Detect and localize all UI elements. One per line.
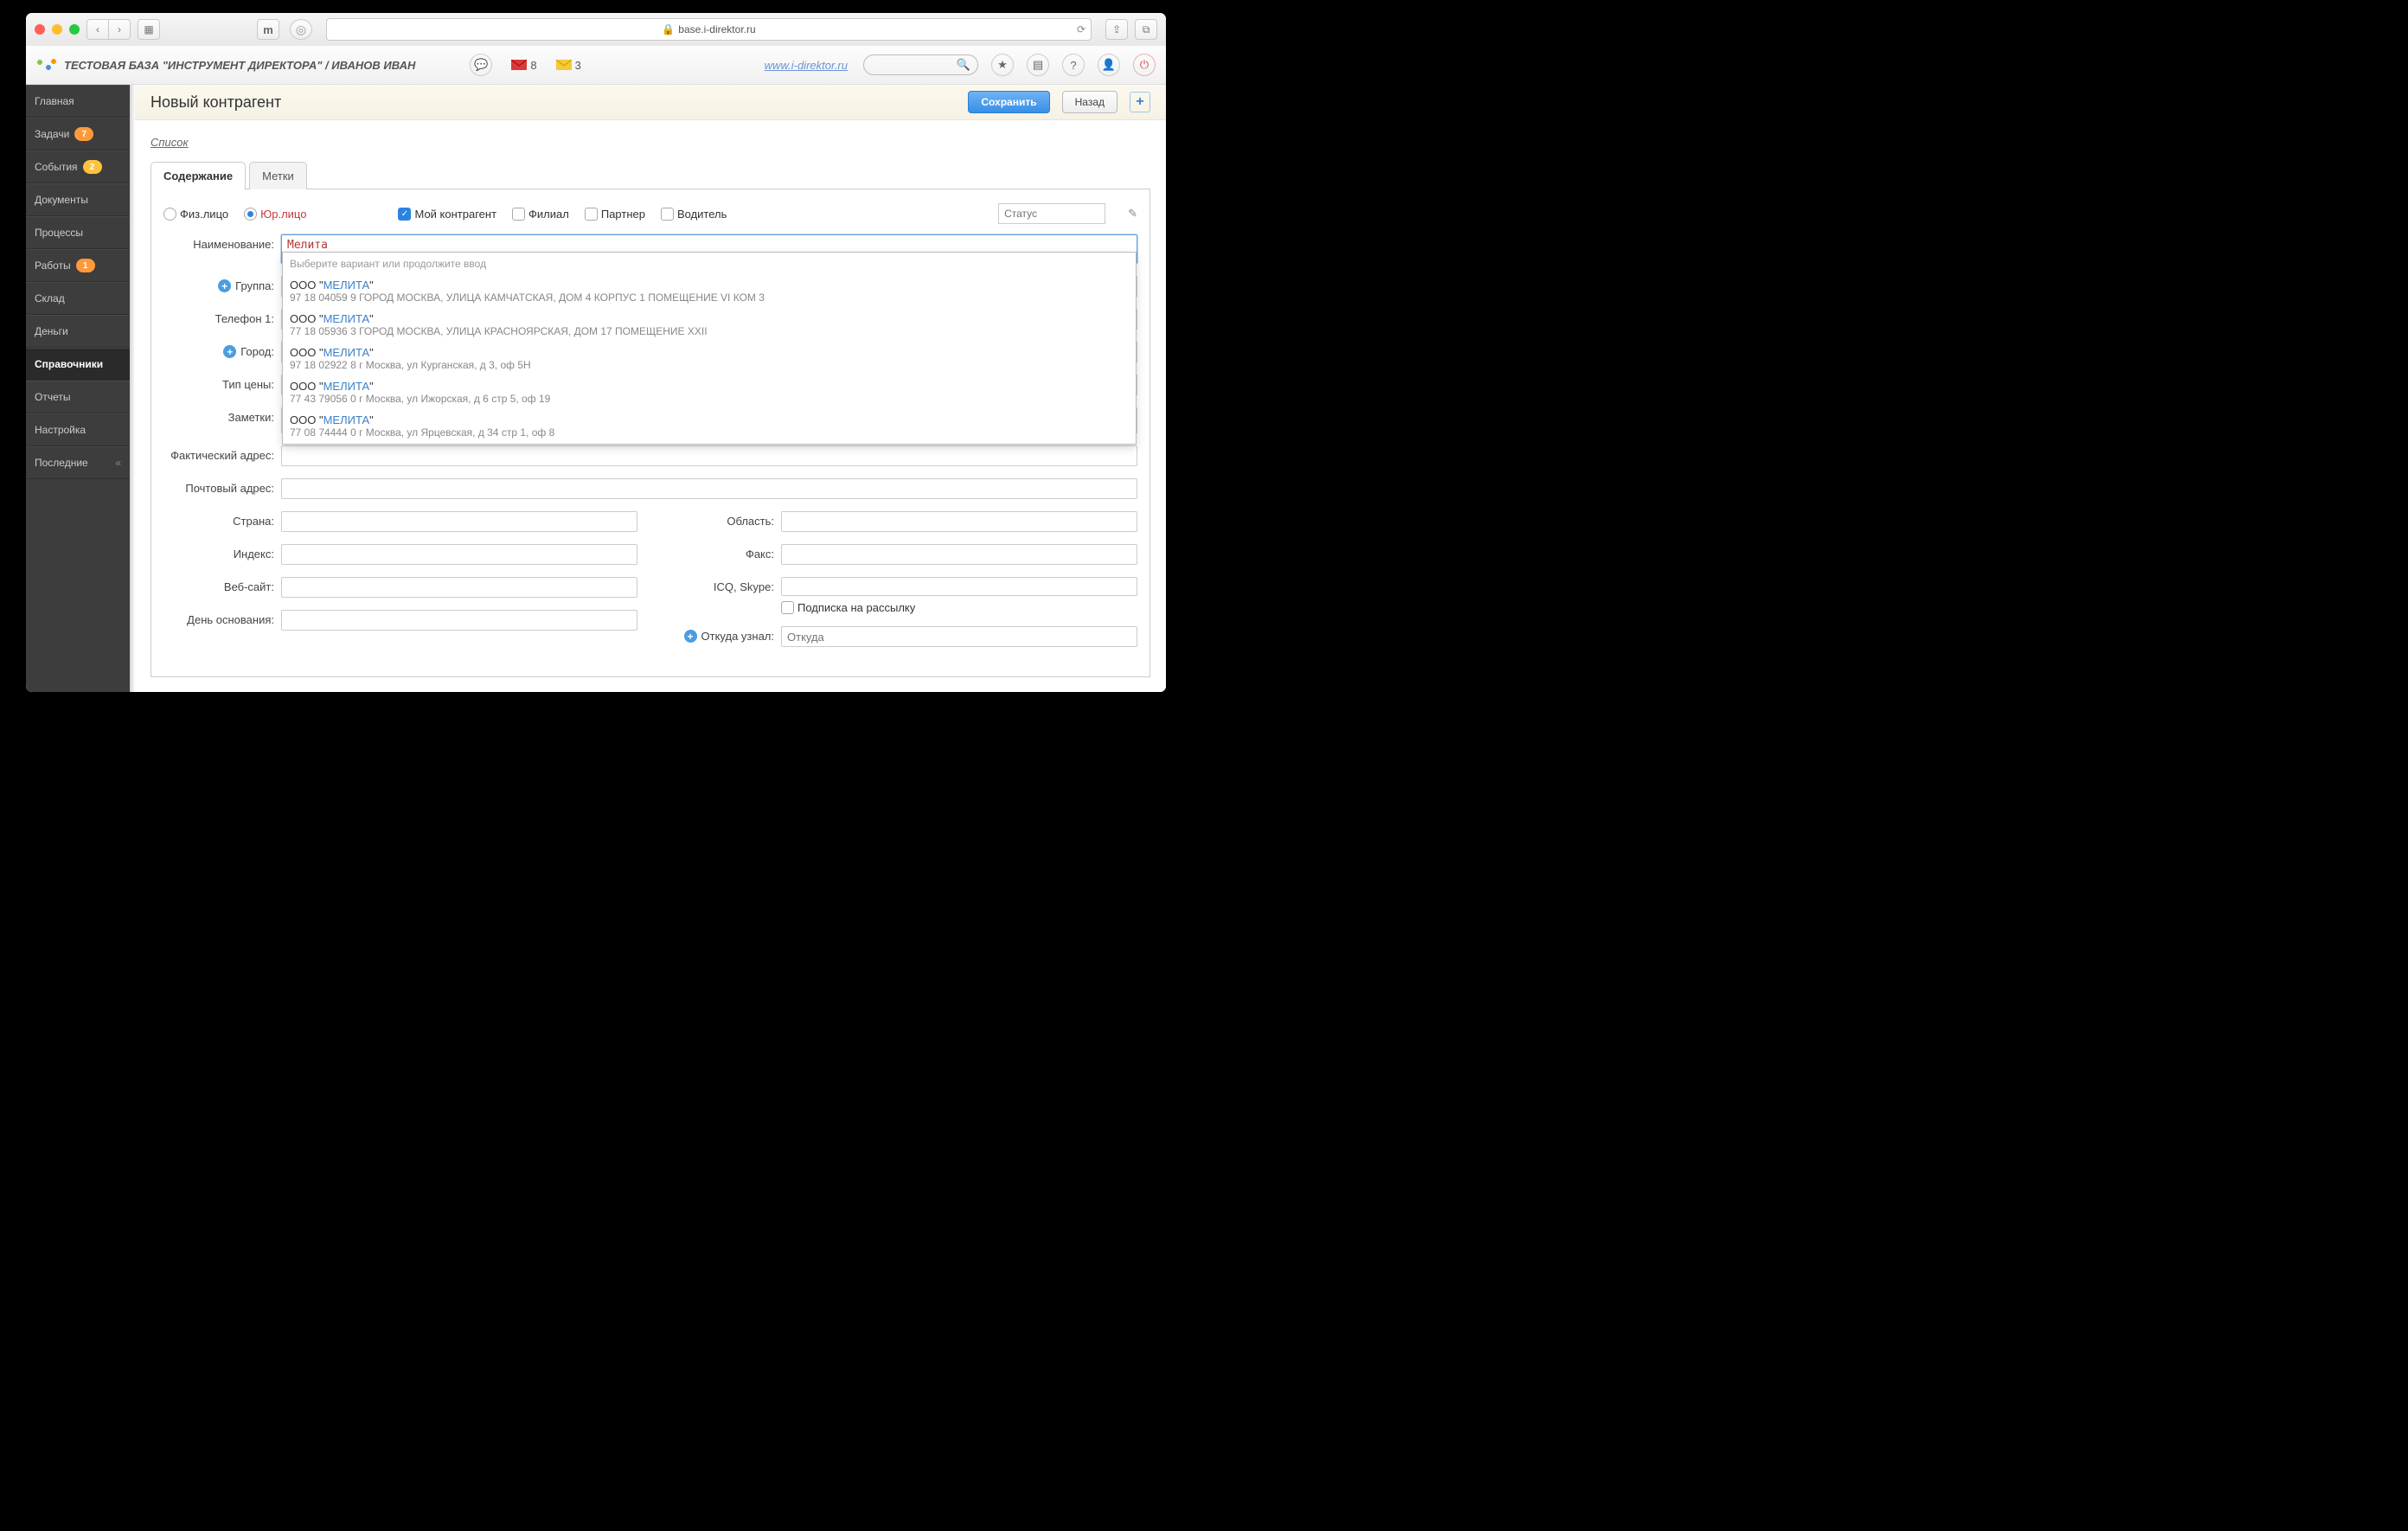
sidebar-item[interactable]: Работы1 — [26, 249, 130, 282]
label-actual-addr: Фактический адрес: — [163, 445, 281, 462]
sidebar-item[interactable]: Склад — [26, 282, 130, 315]
browser-toolbar: ‹› ▦ m ◎ 🔒 base.i-direktor.ru⟳ ⇪ ⧉ — [26, 13, 1166, 47]
tab-tags[interactable]: Метки — [249, 162, 307, 189]
label-pricetype: Тип цены: — [163, 375, 281, 391]
suggest-item[interactable]: ООО "МЕЛИТА"97 18 02922 8 г Москва, ул К… — [283, 343, 1136, 376]
suggest-item[interactable]: ООО "МЕЛИТА"97 18 04059 9 ГОРОД МОСКВА, … — [283, 275, 1136, 309]
nav-back-forward[interactable]: ‹› — [86, 19, 131, 40]
add-group-icon[interactable]: + — [218, 279, 231, 292]
favorites-icon[interactable]: ★ — [991, 54, 1014, 76]
page-header: Новый контрагент Сохранить Назад + — [135, 85, 1166, 120]
autocomplete-dropdown: Выберите вариант или продолжите вводООО … — [282, 252, 1137, 445]
check-partner[interactable]: Партнер — [585, 208, 645, 221]
sidebar-item[interactable]: Настройка — [26, 413, 130, 446]
sidebar: ГлавнаяЗадачи7События2ДокументыПроцессыР… — [26, 85, 130, 692]
tab-content[interactable]: Содержание — [150, 162, 246, 189]
browser-window: ‹› ▦ m ◎ 🔒 base.i-direktor.ru⟳ ⇪ ⧉ + ТЕС… — [26, 13, 1166, 692]
chat-icon[interactable]: 💬 — [470, 54, 492, 76]
label-website: Веб-сайт: — [163, 577, 281, 593]
sidebar-toggle-icon[interactable]: ▦ — [138, 19, 160, 40]
promo-link[interactable]: www.i-direktor.ru — [765, 59, 848, 72]
sidebar-item[interactable]: Процессы — [26, 216, 130, 249]
check-mine[interactable]: ✓Мой контрагент — [398, 208, 496, 221]
window-controls[interactable] — [35, 24, 80, 35]
reload-icon[interactable]: ⟳ — [1077, 23, 1086, 35]
check-branch[interactable]: Филиал — [512, 208, 569, 221]
sidebar-item[interactable]: События2 — [26, 151, 130, 183]
sidebar-item[interactable]: Справочники — [26, 348, 130, 381]
fax-input[interactable] — [781, 544, 1137, 565]
suggest-item[interactable]: ООО "МЕЛИТА"77 18 05936 3 ГОРОД МОСКВА, … — [283, 309, 1136, 343]
check-driver[interactable]: Водитель — [661, 208, 727, 221]
add-city-icon[interactable]: + — [223, 345, 236, 358]
page: ТЕСТОВАЯ БАЗА "ИНСТРУМЕНТ ДИРЕКТОРА" / И… — [26, 46, 1166, 692]
label-group: +Группа: — [163, 276, 281, 292]
label-postal-addr: Почтовый адрес: — [163, 478, 281, 495]
sidebar-item[interactable]: Задачи7 — [26, 118, 130, 151]
radio-legal[interactable]: Юр.лицо — [244, 208, 306, 221]
website-input[interactable] — [281, 577, 637, 598]
label-icq: ICQ, Skype: — [663, 577, 781, 593]
sidebar-item[interactable]: Главная — [26, 85, 130, 118]
sidebar-item[interactable]: Последние« — [26, 446, 130, 479]
address-bar[interactable]: 🔒 base.i-direktor.ru⟳ — [326, 18, 1092, 41]
icq-input[interactable] — [781, 577, 1137, 596]
label-index: Индекс: — [163, 544, 281, 561]
mail-red[interactable]: 8 — [511, 59, 536, 72]
label-name: Наименование: — [163, 234, 281, 251]
country-input[interactable] — [281, 511, 637, 532]
tabs-icon[interactable]: ⧉ — [1135, 19, 1157, 40]
actual-addr-input[interactable] — [281, 445, 1137, 466]
postal-addr-input[interactable] — [281, 478, 1137, 499]
profile-icon[interactable]: 👤 — [1098, 54, 1120, 76]
label-founding: День основания: — [163, 610, 281, 626]
edit-status-icon[interactable]: ✎ — [1128, 207, 1137, 221]
sidebar-item[interactable]: Документы — [26, 183, 130, 216]
app-title: ТЕСТОВАЯ БАЗА "ИНСТРУМЕНТ ДИРЕКТОРА" / И… — [64, 59, 415, 72]
global-search[interactable]: 🔍 — [863, 54, 978, 75]
label-source: +Откуда узнал: — [663, 626, 781, 643]
radio-individual[interactable]: Физ.лицо — [163, 208, 228, 221]
page-title: Новый контрагент — [150, 93, 281, 112]
index-input[interactable] — [281, 544, 637, 565]
region-input[interactable] — [781, 511, 1137, 532]
logout-icon[interactable]: ⏻ — [1133, 54, 1156, 76]
founding-input[interactable] — [281, 610, 637, 631]
back-button[interactable]: Назад — [1062, 91, 1118, 113]
suggest-title: Выберите вариант или продолжите ввод — [283, 253, 1136, 275]
suggest-item[interactable]: ООО "МЕЛИТА"77 08 74444 0 г Москва, ул Я… — [283, 410, 1136, 444]
suggest-item[interactable]: ООО "МЕЛИТА"77 43 79056 0 г Москва, ул И… — [283, 376, 1136, 410]
check-newsletter[interactable]: Подписка на рассылку — [781, 601, 1137, 614]
label-phone1: Телефон 1: — [163, 309, 281, 325]
label-country: Страна: — [163, 511, 281, 528]
list-link[interactable]: Список — [150, 136, 1150, 149]
tabs: Содержание Метки — [150, 161, 1150, 189]
sidebar-item[interactable]: Деньги — [26, 315, 130, 348]
help-icon[interactable]: ? — [1062, 54, 1085, 76]
save-button[interactable]: Сохранить — [968, 91, 1049, 113]
app-logo-icon — [36, 59, 57, 71]
mail-yellow[interactable]: 3 — [556, 59, 581, 72]
documents-icon[interactable]: ▤ — [1027, 54, 1049, 76]
url-text: base.i-direktor.ru — [678, 23, 755, 35]
status-input[interactable] — [998, 203, 1105, 224]
app-topbar: ТЕСТОВАЯ БАЗА "ИНСТРУМЕНТ ДИРЕКТОРА" / И… — [26, 46, 1166, 85]
label-region: Область: — [663, 511, 781, 528]
label-city: +Город: — [163, 342, 281, 358]
main-content: Новый контрагент Сохранить Назад + Списо… — [135, 85, 1166, 692]
label-fax: Факс: — [663, 544, 781, 561]
add-source-icon[interactable]: + — [684, 630, 697, 643]
source-input[interactable] — [781, 626, 1137, 647]
form: Физ.лицо Юр.лицо ✓Мой контрагент Филиал … — [150, 189, 1150, 677]
extension-m-icon[interactable]: m — [257, 19, 279, 40]
add-button[interactable]: + — [1130, 92, 1150, 112]
label-notes: Заметки: — [163, 407, 281, 424]
share-icon[interactable]: ⇪ — [1105, 19, 1128, 40]
extension-ghostery-icon[interactable]: ◎ — [290, 19, 312, 40]
sidebar-item[interactable]: Отчеты — [26, 381, 130, 413]
